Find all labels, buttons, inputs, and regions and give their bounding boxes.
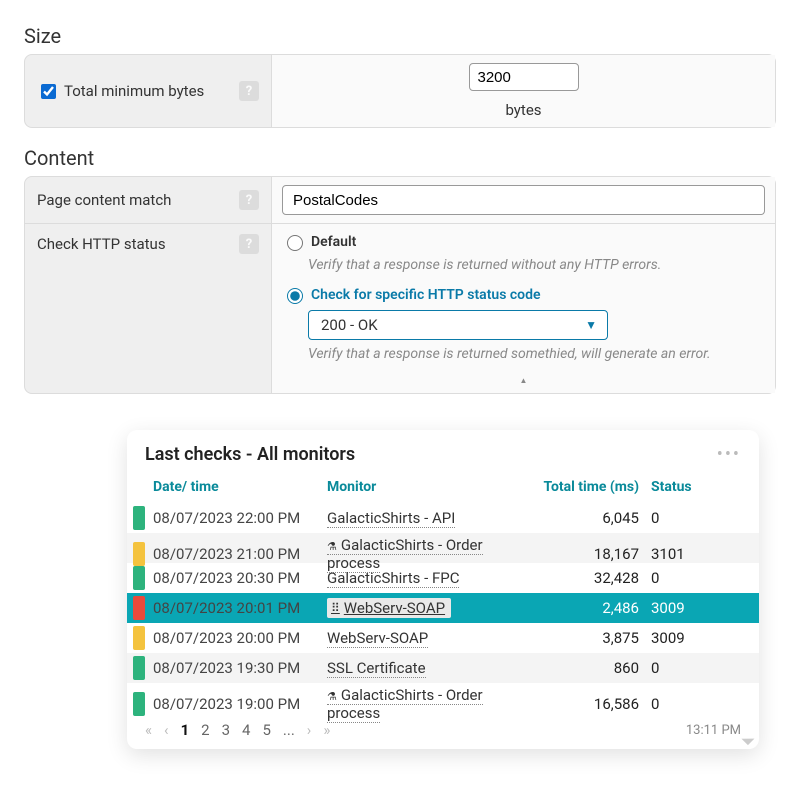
- help-icon[interactable]: ?: [239, 234, 259, 254]
- cell-time: 18,167: [535, 542, 645, 566]
- section-title-size: Size: [24, 24, 776, 48]
- cell-monitor: GalacticShirts - API: [321, 506, 535, 530]
- cell-status: 0: [645, 656, 725, 680]
- cell-status: 0: [645, 506, 725, 530]
- page-first-icon[interactable]: «: [145, 721, 152, 739]
- cell-date: 08/07/2023 21:00 PM: [147, 542, 321, 566]
- cell-date: 08/07/2023 20:30 PM: [147, 566, 321, 590]
- more-icon[interactable]: •••: [717, 444, 741, 465]
- chevron-down-icon: ▼: [585, 318, 597, 332]
- help-icon[interactable]: ?: [239, 81, 259, 101]
- page-number[interactable]: ...: [283, 721, 295, 739]
- cell-time: 2,486: [535, 596, 645, 620]
- page-number[interactable]: 2: [201, 721, 209, 739]
- clock: 13:11 PM: [686, 723, 741, 738]
- page-content-match-input[interactable]: [282, 185, 765, 215]
- table-row[interactable]: 08/07/2023 22:00 PM GalacticShirts - API 6…: [127, 503, 759, 533]
- status-badge: [133, 626, 145, 650]
- monitor-link[interactable]: ⚗GalacticShirts - Order process: [327, 686, 483, 723]
- page-number[interactable]: 4: [242, 721, 250, 739]
- status-badge: [133, 596, 145, 620]
- cell-time: 6,045: [535, 506, 645, 530]
- cell-status: 0: [645, 566, 725, 590]
- http-specific-radio[interactable]: [287, 288, 303, 304]
- table-header: Date/ time Monitor Total time (ms) Statu…: [127, 475, 759, 499]
- monitor-link[interactable]: GalacticShirts - API: [327, 509, 455, 528]
- cell-time: 32,428: [535, 566, 645, 590]
- table-row[interactable]: 08/07/2023 20:30 PM GalacticShirts - FPC 3…: [127, 563, 759, 593]
- last-checks-card: Last checks - All monitors ••• Date/ tim…: [127, 430, 759, 749]
- status-badge: [133, 506, 145, 530]
- cell-monitor: ⚗GalacticShirts - Order process: [321, 683, 535, 725]
- page-content-match-label: Page content match: [37, 191, 171, 209]
- page-number[interactable]: 1: [181, 721, 190, 739]
- http-default-label: Default: [311, 234, 356, 250]
- cell-time: 3,875: [535, 626, 645, 650]
- cell-date: 08/07/2023 19:00 PM: [147, 692, 321, 716]
- content-panel: Page content match ? Check HTTP status ?…: [24, 176, 776, 394]
- table-row[interactable]: 08/07/2023 20:00 PM WebServ-SOAP 3,8753009: [127, 623, 759, 653]
- cell-status: 3009: [645, 596, 725, 620]
- http-status-select[interactable]: 200 - OK ▼: [308, 310, 608, 340]
- expand-hint-icon: ▲: [282, 376, 765, 385]
- min-bytes-input[interactable]: [469, 63, 579, 91]
- table-row[interactable]: 08/07/2023 21:00 PM⚗GalacticShirts - Ord…: [127, 533, 759, 563]
- cell-monitor: GalacticShirts - FPC: [321, 566, 535, 590]
- cell-status: 3101: [645, 542, 725, 566]
- table-row[interactable]: 08/07/2023 19:30 PM SSL Certificate 8600: [127, 653, 759, 683]
- page-last-icon[interactable]: »: [323, 721, 330, 739]
- page-next-icon[interactable]: ›: [307, 721, 312, 739]
- col-status[interactable]: Status: [645, 475, 725, 499]
- cell-monitor: WebServ-SOAP: [321, 626, 535, 650]
- cell-status: 0: [645, 692, 725, 716]
- cell-date: 08/07/2023 20:00 PM: [147, 626, 321, 650]
- http-status-selected: 200 - OK: [321, 316, 378, 334]
- min-bytes-checkbox[interactable]: [41, 84, 56, 99]
- cell-date: 08/07/2023 22:00 PM: [147, 506, 321, 530]
- cell-time: 860: [535, 656, 645, 680]
- http-default-help: Verify that a response is returned witho…: [308, 257, 765, 273]
- monitor-link[interactable]: SSL Certificate: [327, 659, 426, 678]
- card-title: Last checks - All monitors: [145, 444, 355, 465]
- monitor-link[interactable]: GalacticShirts - FPC: [327, 569, 459, 588]
- monitor-link[interactable]: ⠿WebServ-SOAP: [327, 598, 451, 618]
- monitor-link[interactable]: WebServ-SOAP: [327, 629, 428, 648]
- col-monitor[interactable]: Monitor: [321, 475, 535, 499]
- http-specific-help: Verify that a response is returned somet…: [308, 346, 765, 362]
- drag-icon: ⠿: [331, 601, 340, 615]
- section-title-content: Content: [24, 146, 776, 170]
- flask-icon: ⚗: [327, 690, 337, 703]
- min-bytes-label: Total minimum bytes: [64, 82, 204, 100]
- cell-monitor: ⠿WebServ-SOAP: [321, 595, 535, 621]
- http-specific-label: Check for specific HTTP status code: [311, 287, 541, 303]
- col-date[interactable]: Date/ time: [147, 475, 321, 499]
- help-icon[interactable]: ?: [239, 190, 259, 210]
- cell-status: 3009: [645, 626, 725, 650]
- status-badge: [133, 566, 145, 590]
- cell-date: 08/07/2023 19:30 PM: [147, 656, 321, 680]
- bytes-unit: bytes: [505, 101, 541, 119]
- col-time[interactable]: Total time (ms): [535, 475, 645, 499]
- pagination: « ‹ 12345... › »: [145, 721, 330, 739]
- table-row[interactable]: 08/07/2023 20:01 PM ⠿WebServ-SOAP 2,486300…: [127, 593, 759, 623]
- cell-monitor: SSL Certificate: [321, 656, 535, 680]
- status-badge: [133, 692, 145, 716]
- cell-date: 08/07/2023 20:01 PM: [147, 596, 321, 620]
- check-http-status-label: Check HTTP status: [37, 235, 166, 253]
- table-row[interactable]: 08/07/2023 19:00 PM⚗GalacticShirts - Ord…: [127, 683, 759, 713]
- size-panel: Total minimum bytes ? bytes: [24, 54, 776, 128]
- http-default-radio[interactable]: [287, 235, 303, 251]
- flask-icon: ⚗: [327, 540, 337, 553]
- page-prev-icon[interactable]: ‹: [164, 721, 169, 739]
- status-badge: [133, 542, 145, 566]
- status-badge: [133, 656, 145, 680]
- cell-time: 16,586: [535, 692, 645, 716]
- page-number[interactable]: 3: [222, 721, 230, 739]
- page-number[interactable]: 5: [262, 721, 270, 739]
